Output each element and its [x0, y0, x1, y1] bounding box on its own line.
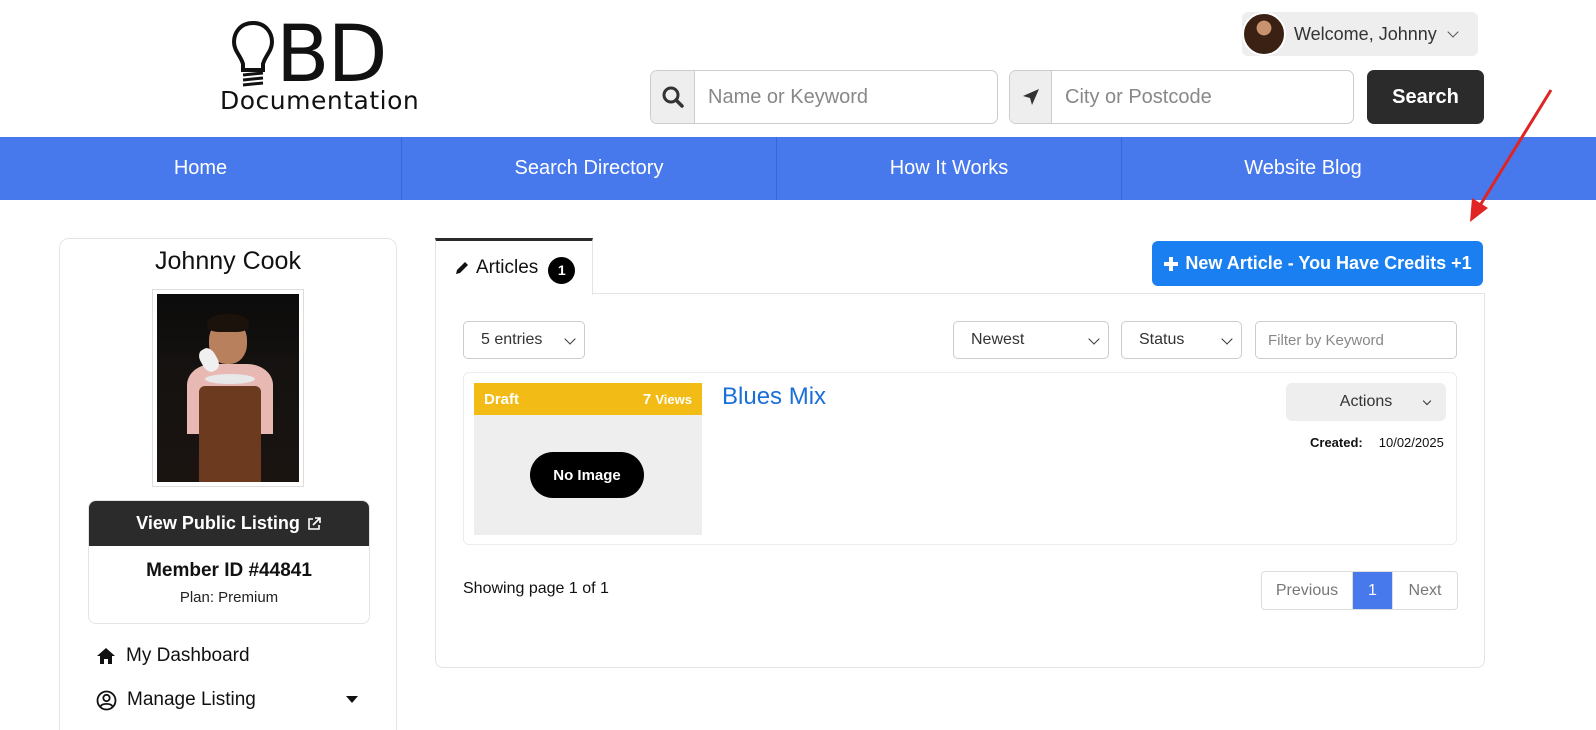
article-title-link[interactable]: Blues Mix [722, 383, 826, 411]
plus-icon [1164, 256, 1179, 271]
sidebar-item-dashboard[interactable]: My Dashboard [96, 645, 250, 667]
previous-page-button[interactable]: Previous [1262, 572, 1353, 609]
lightbulb-icon [231, 20, 275, 87]
external-link-icon [308, 516, 321, 530]
article-card: Draft 7 Views No Image Blues Mix Actions… [463, 372, 1457, 545]
profile-sidebar: Johnny Cook View Public Listing Member I… [59, 238, 397, 730]
status-select-value: Status [1139, 331, 1185, 348]
articles-count-badge: 1 [548, 256, 576, 284]
keyword-search-input[interactable] [695, 71, 997, 123]
status-badge: Draft [484, 390, 520, 408]
home-icon [97, 648, 115, 664]
user-menu[interactable]: Welcome, Johnny [1242, 12, 1478, 56]
view-public-listing-label: View Public Listing [136, 513, 300, 533]
actions-dropdown[interactable]: Actions [1286, 383, 1446, 421]
chevron-down-icon [1221, 333, 1233, 345]
user-circle-icon [96, 690, 117, 710]
location-arrow-icon [1010, 71, 1052, 123]
new-article-button[interactable]: New Article - You Have Credits +1 [1152, 241, 1483, 286]
tab-label: Articles [476, 257, 539, 278]
profile-name: Johnny Cook [155, 247, 301, 275]
entries-select[interactable]: 5 entries [463, 321, 585, 359]
status-select[interactable]: Status [1121, 321, 1242, 359]
actions-label: Actions [1339, 393, 1393, 410]
page-1-button[interactable]: 1 [1353, 572, 1393, 609]
chevron-down-icon [1422, 396, 1432, 406]
welcome-text: Welcome, Johnny [1294, 23, 1437, 44]
chevron-down-icon [1088, 333, 1100, 345]
article-thumbnail[interactable]: Draft 7 Views No Image [474, 383, 702, 535]
view-public-listing-button[interactable]: View Public Listing [89, 501, 369, 546]
nav-item-search-directory[interactable]: Search Directory [402, 137, 777, 200]
created-label: Created: [1310, 435, 1363, 450]
sort-select-value: Newest [971, 331, 1025, 348]
views-count: 7 Views [642, 390, 692, 408]
sidebar-item-label: My Dashboard [126, 645, 250, 666]
caret-down-icon[interactable] [346, 696, 358, 703]
keyword-filter-input[interactable] [1255, 321, 1457, 359]
pagination-summary: Showing page 1 of 1 [463, 580, 609, 597]
logo-letters: BD [276, 10, 388, 100]
location-search-input[interactable] [1052, 71, 1353, 123]
annotation-arrow-icon [1470, 89, 1553, 222]
article-status-bar: Draft 7 Views [474, 383, 702, 415]
created-date: Created: 10/02/2025 [1310, 435, 1444, 450]
pagination: Previous 1 Next [1261, 571, 1458, 610]
tab-articles[interactable]: Articles 1 [435, 238, 593, 295]
sidebar-item-label: Manage Listing [127, 689, 256, 710]
created-value: 10/02/2025 [1378, 435, 1444, 450]
new-article-label: New Article - You Have Credits +1 [1185, 253, 1472, 273]
entries-select-value: 5 entries [481, 331, 543, 348]
profile-card: View Public Listing Member ID #44841 Pla… [88, 500, 370, 624]
pencil-icon [456, 262, 468, 274]
logo-subtitle: Documentation [220, 86, 420, 115]
main-nav: Home Search Directory How It Works Websi… [0, 137, 1596, 200]
nav-item-how-it-works[interactable]: How It Works [777, 137, 1122, 200]
chevron-down-icon [1447, 26, 1459, 38]
sort-select[interactable]: Newest [953, 321, 1109, 359]
member-plan: Plan: Premium [179, 589, 279, 606]
keyword-search-group [650, 70, 998, 124]
avatar [1242, 12, 1286, 56]
next-page-button[interactable]: Next [1393, 572, 1457, 609]
chevron-down-icon [564, 333, 576, 345]
nav-item-website-blog[interactable]: Website Blog [1122, 137, 1484, 200]
no-image-label: No Image [530, 452, 644, 498]
member-id: Member ID #44841 [146, 560, 312, 581]
sidebar-item-manage-listing[interactable]: Manage Listing [96, 689, 256, 711]
location-search-group [1009, 70, 1354, 124]
search-icon [651, 71, 695, 123]
profile-photo [152, 289, 304, 487]
nav-item-home[interactable]: Home [0, 137, 402, 200]
site-logo[interactable]: BD Documentation [218, 16, 428, 116]
